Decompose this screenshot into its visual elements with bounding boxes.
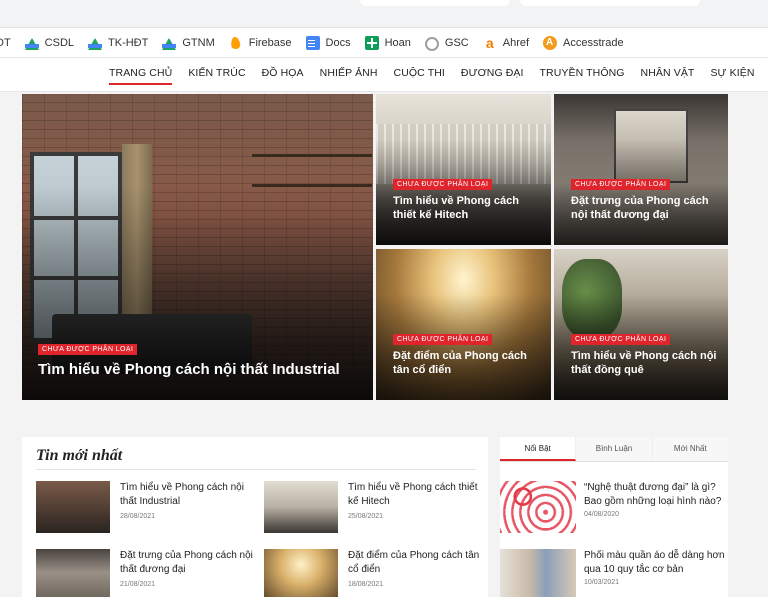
ahrefs-icon: a: [485, 34, 494, 51]
featured-post[interactable]: CHƯA ĐƯỢC PHÂN LOẠI Đặt trưng của Phong …: [554, 94, 728, 245]
nav-item-su-kien[interactable]: SỰ KIỆN: [710, 67, 754, 79]
news-item[interactable]: Tìm hiểu về Phong cách nội thất Industri…: [36, 481, 256, 537]
sidebar-widget: Nổi Bật Bình Luận Mới Nhất “Nghệ thuật đ…: [500, 437, 728, 597]
category-badge[interactable]: CHƯA ĐƯỢC PHÂN LOẠI: [393, 179, 493, 190]
bookmark-csdl[interactable]: CSDL: [24, 36, 75, 50]
bookmark-label: CSDL: [44, 36, 75, 49]
bookmark-firebase[interactable]: Firebase: [229, 36, 292, 50]
bookmark-accesstrade[interactable]: Accesstrade: [543, 35, 624, 50]
nav-item-kien-truc[interactable]: KIẾN TRÚC: [188, 67, 245, 79]
sidebar-post[interactable]: “Nghệ thuật đương đại” là gì? Bao gồm nh…: [500, 481, 728, 537]
news-thumbnail[interactable]: [36, 481, 110, 533]
news-item[interactable]: Đặt điểm của Phong cách tân cổ điển 18/0…: [264, 549, 484, 597]
post-title[interactable]: Tìm hiểu về Phong cách nội thất đồng quê: [571, 350, 721, 378]
bookmark-label: Ahref: [502, 36, 530, 49]
category-badge[interactable]: CHƯA ĐƯỢC PHÂN LOẠI: [571, 179, 671, 190]
docs-icon: [305, 35, 320, 50]
post-title[interactable]: Phối màu quần áo dễ dàng hơn qua 10 quy …: [584, 549, 726, 576]
main-menu: TRANG CHỦ KIẾN TRÚC ĐỒ HỌA NHIẾP ẢNH CUỘ…: [109, 67, 768, 85]
image-overlay: [554, 139, 728, 245]
post-date: 04/08/2020: [584, 511, 620, 518]
nav-item-duong-dai[interactable]: ĐƯƠNG ĐẠI: [461, 67, 524, 79]
bookmark-label: TK-HĐT: [108, 36, 149, 49]
bookmark-label: Firebase: [248, 36, 292, 49]
image-overlay: [376, 294, 551, 400]
featured-post[interactable]: CHƯA ĐƯỢC PHÂN LOẠI Tìm hiểu về Phong cá…: [376, 94, 551, 245]
site-navigation: TRANG CHỦ KIẾN TRÚC ĐỒ HỌA NHIẾP ẢNH CUỘ…: [0, 58, 768, 92]
featured-grid: CHƯA ĐƯỢC PHÂN LOẠI Tìm hiểu về Phong cá…: [22, 94, 728, 400]
news-title[interactable]: Tìm hiểu về Phong cách nội thất Industri…: [120, 481, 256, 508]
nav-item-truyen-thong[interactable]: TRUYỀN THÔNG: [540, 67, 625, 79]
drive-icon: [162, 36, 177, 50]
featured-post-main[interactable]: CHƯA ĐƯỢC PHÂN LOẠI Tìm hiểu về Phong cá…: [22, 94, 373, 400]
bookmark-label: Accesstrade: [563, 36, 624, 49]
news-date: 21/08/2021: [120, 581, 156, 588]
category-badge[interactable]: CHƯA ĐƯỢC PHÂN LOẠI: [38, 344, 138, 355]
news-item[interactable]: Đặt trưng của Phong cách nội thất đương …: [36, 549, 256, 597]
bookmark-gtnm[interactable]: GTNM: [162, 36, 215, 50]
divider: [36, 469, 476, 470]
news-date: 28/08/2021: [120, 513, 156, 520]
bookmark-dt[interactable]: DT: [0, 37, 11, 49]
section-heading: Tin mới nhất: [36, 447, 123, 464]
featured-post[interactable]: CHƯA ĐƯỢC PHÂN LOẠI Đặt điểm của Phong c…: [376, 249, 551, 400]
post-title[interactable]: Đặt điểm của Phong cách tân cổ điển: [393, 350, 543, 378]
browser-tab[interactable]: [360, 0, 510, 6]
news-title[interactable]: Đặt điểm của Phong cách tân cổ điển: [348, 549, 484, 576]
tab-binh-luan[interactable]: Bình Luận: [576, 437, 653, 461]
news-thumbnail[interactable]: [264, 549, 338, 597]
post-title[interactable]: Tìm hiểu về Phong cách nội thất Industri…: [38, 361, 340, 380]
bookmark-tk-hdt[interactable]: TK-HĐT: [88, 36, 148, 50]
bookmark-label: GSC: [444, 36, 469, 49]
tab-noi-bat[interactable]: Nổi Bật: [500, 437, 577, 461]
drive-icon: [24, 36, 39, 50]
drive-icon: [88, 36, 103, 50]
category-badge[interactable]: CHƯA ĐƯỢC PHÂN LOẠI: [393, 334, 493, 345]
news-date: 18/08/2021: [348, 581, 384, 588]
category-badge[interactable]: CHƯA ĐƯỢC PHÂN LOẠI: [571, 334, 671, 345]
nav-item-nhiep-anh[interactable]: NHIẾP ẢNH: [320, 67, 378, 79]
shelf-graphic: [252, 154, 372, 157]
bookmark-label: Docs: [325, 36, 351, 49]
firebase-icon: [229, 36, 243, 50]
post-title[interactable]: Đặt trưng của Phong cách nội thất đương …: [571, 195, 721, 223]
browser-tab[interactable]: [520, 0, 700, 6]
news-date: 25/08/2021: [348, 513, 384, 520]
post-thumbnail[interactable]: [500, 549, 576, 597]
bookmark-label: Hoan: [384, 36, 411, 49]
bookmark-ahref[interactable]: a Ahref: [483, 36, 529, 50]
bookmark-label: GTNM: [182, 36, 215, 49]
latest-news-panel: Tin mới nhất Tìm hiểu về Phong cách nội …: [22, 437, 488, 597]
bookmarks-bar: DT CSDL TK-HĐT GTNM Firebase Docs Hoan G…: [0, 28, 768, 58]
tab-moi-nhat[interactable]: Mới Nhất: [652, 437, 728, 461]
plus-icon: [364, 35, 379, 50]
post-thumbnail[interactable]: [500, 481, 576, 533]
featured-post[interactable]: CHƯA ĐƯỢC PHÂN LOẠI Tìm hiểu về Phong cá…: [554, 249, 728, 400]
accesstrade-icon: [543, 35, 558, 50]
image-overlay: [376, 139, 551, 245]
post-title[interactable]: “Nghệ thuật đương đại” là gì? Bao gồm nh…: [584, 481, 726, 508]
nav-item-do-hoa[interactable]: ĐỒ HỌA: [262, 67, 304, 79]
nav-item-trang-chu[interactable]: TRANG CHỦ: [109, 67, 173, 85]
nav-item-cuoc-thi[interactable]: CUỘC THI: [394, 67, 445, 79]
gsc-icon: [424, 36, 439, 51]
image-overlay: [554, 294, 728, 400]
news-thumbnail[interactable]: [264, 481, 338, 533]
news-title[interactable]: Tìm hiểu về Phong cách thiết kế Hitech: [348, 481, 484, 508]
post-date: 10/03/2021: [584, 579, 620, 586]
browser-tab-strip: [0, 0, 768, 28]
news-item[interactable]: Tìm hiểu về Phong cách thiết kế Hitech 2…: [264, 481, 484, 537]
sidebar-post[interactable]: Phối màu quần áo dễ dàng hơn qua 10 quy …: [500, 549, 728, 597]
bookmark-gsc[interactable]: GSC: [424, 35, 469, 51]
sidebar-tabs: Nổi Bật Bình Luận Mới Nhất: [500, 437, 728, 462]
news-title[interactable]: Đặt trưng của Phong cách nội thất đương …: [120, 549, 256, 576]
bookmark-label: DT: [0, 36, 11, 49]
nav-item-nhan-vat[interactable]: NHÂN VẬT: [641, 67, 695, 79]
bookmark-hoan[interactable]: Hoan: [364, 35, 411, 50]
post-title[interactable]: Tìm hiểu về Phong cách thiết kế Hitech: [393, 195, 543, 223]
bookmark-docs[interactable]: Docs: [305, 35, 351, 50]
news-thumbnail[interactable]: [36, 549, 110, 597]
